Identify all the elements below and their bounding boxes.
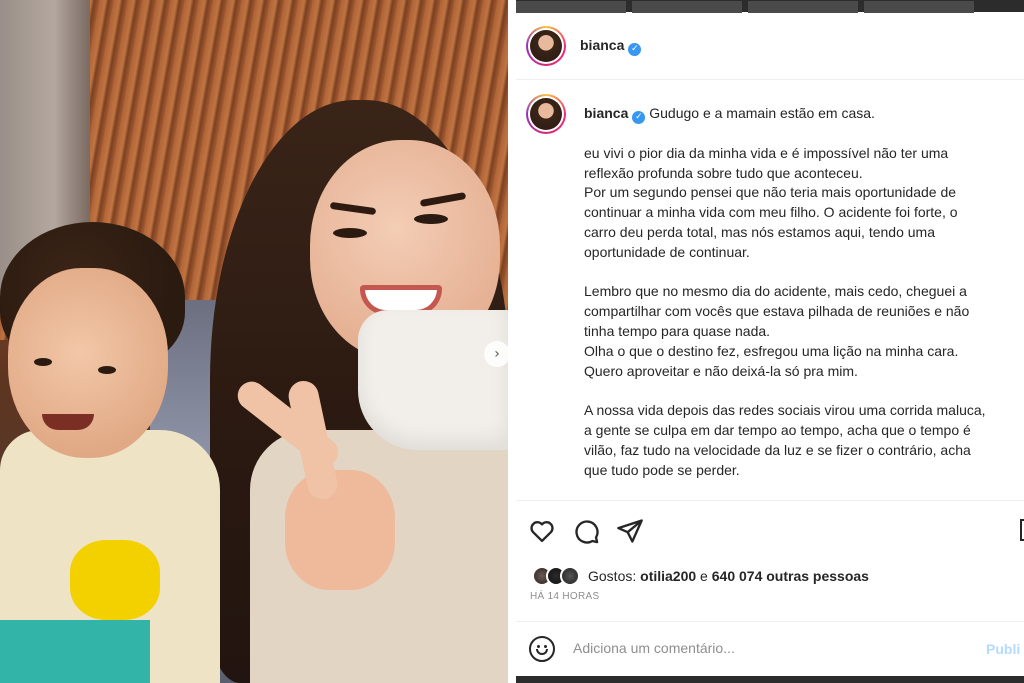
feed-strip-bottom — [516, 676, 1024, 683]
paper-plane-icon[interactable] — [616, 517, 644, 545]
caption-line: vilão, faz tudo na velocidade da luz e s… — [584, 441, 971, 458]
woman-hand — [285, 470, 395, 590]
post-actions — [516, 500, 1024, 560]
caption-line: oportunidade de continuar. — [584, 243, 750, 260]
caption-block: bianca ✓ Gudugo e a mamain estão em casa.… — [516, 80, 1024, 500]
header-username[interactable]: bianca — [580, 37, 624, 53]
snoopy-print — [70, 540, 160, 620]
caption-text: bianca ✓ Gudugo e a mamain estão em casa.… — [584, 104, 1024, 480]
bookmark-icon[interactable] — [1020, 519, 1024, 541]
caption-line: eu vivi o pior dia da minha vida e é imp… — [584, 144, 949, 161]
verified-badge-icon: ✓ — [632, 111, 646, 124]
caption-line: carro deu perda total, mas nós estamos a… — [584, 223, 935, 240]
likes-text: Gostos: otilia200 e 640 074 outras pesso… — [588, 568, 869, 584]
heart-icon[interactable] — [528, 517, 556, 545]
post-side-panel: bianca✓ · bianca✓ Gudugo e a mamain estã… — [516, 0, 1024, 683]
neck-brace — [358, 310, 508, 450]
header-user: bianca ✓ — [580, 37, 642, 56]
post-photo[interactable]: › — [0, 0, 508, 683]
likes-count[interactable]: 640 074 outras pessoas — [712, 568, 869, 584]
caption-line: reflexão profunda sobre tudo que acontec… — [584, 164, 863, 181]
child-pants — [0, 620, 150, 683]
post-header: bianca✓ · — [516, 12, 1024, 80]
caption-line: A nossa vida depois das redes sociais vi… — [584, 402, 986, 419]
comment-input[interactable] — [573, 640, 953, 656]
likes-row[interactable]: Gostos: otilia200 e 640 074 outras pesso… — [532, 565, 869, 587]
woman-eye-right — [414, 214, 448, 224]
carousel-next-button[interactable]: › — [484, 341, 508, 367]
caption-line: Por um segundo pensei que não teria mais… — [584, 184, 957, 201]
liker-avatar — [560, 566, 580, 586]
caption-line: bianca ✓ Gudugo e a mamain estão em casa. — [584, 105, 875, 124]
caption-line: continuar a minha vida com meu filho. O … — [584, 204, 958, 221]
liker-username[interactable]: otilia200 — [640, 568, 696, 584]
caption-avatar[interactable] — [526, 94, 566, 134]
verified-badge-icon: ✓ — [628, 43, 642, 56]
child-eye-left — [34, 358, 52, 366]
comment-bar: Publi — [516, 621, 1024, 676]
post-timestamp[interactable]: HÁ 14 HORAS — [530, 591, 599, 602]
comment-bubble-icon[interactable] — [572, 517, 600, 545]
caption-username[interactable]: bianca — [584, 105, 628, 121]
caption-line: Quero aproveitar e não deixá-la só pra m… — [584, 362, 858, 379]
avatar[interactable] — [526, 26, 566, 66]
chevron-right-icon: › — [494, 346, 500, 362]
caption-line: que tudo pode se perder. — [584, 461, 740, 478]
feed-strip-top — [516, 0, 1024, 13]
caption-line: compartilhar com vocês que estava pilhad… — [584, 303, 970, 320]
child-face — [8, 268, 168, 458]
caption-line: Olha o que o destino fez, esfregou uma l… — [584, 342, 959, 359]
child-eye-right — [98, 366, 116, 374]
emoji-smile-icon[interactable] — [529, 636, 555, 662]
child-smile — [42, 414, 94, 430]
publish-button[interactable]: Publi — [986, 641, 1020, 657]
caption-line: tinha tempo para quase nada. — [584, 322, 771, 339]
woman-eye-left — [333, 228, 367, 238]
caption-line: Lembro que no mesmo dia do acidente, mai… — [584, 283, 967, 300]
caption-line: a gente se culpa em dar tempo ao tempo, … — [584, 421, 971, 438]
